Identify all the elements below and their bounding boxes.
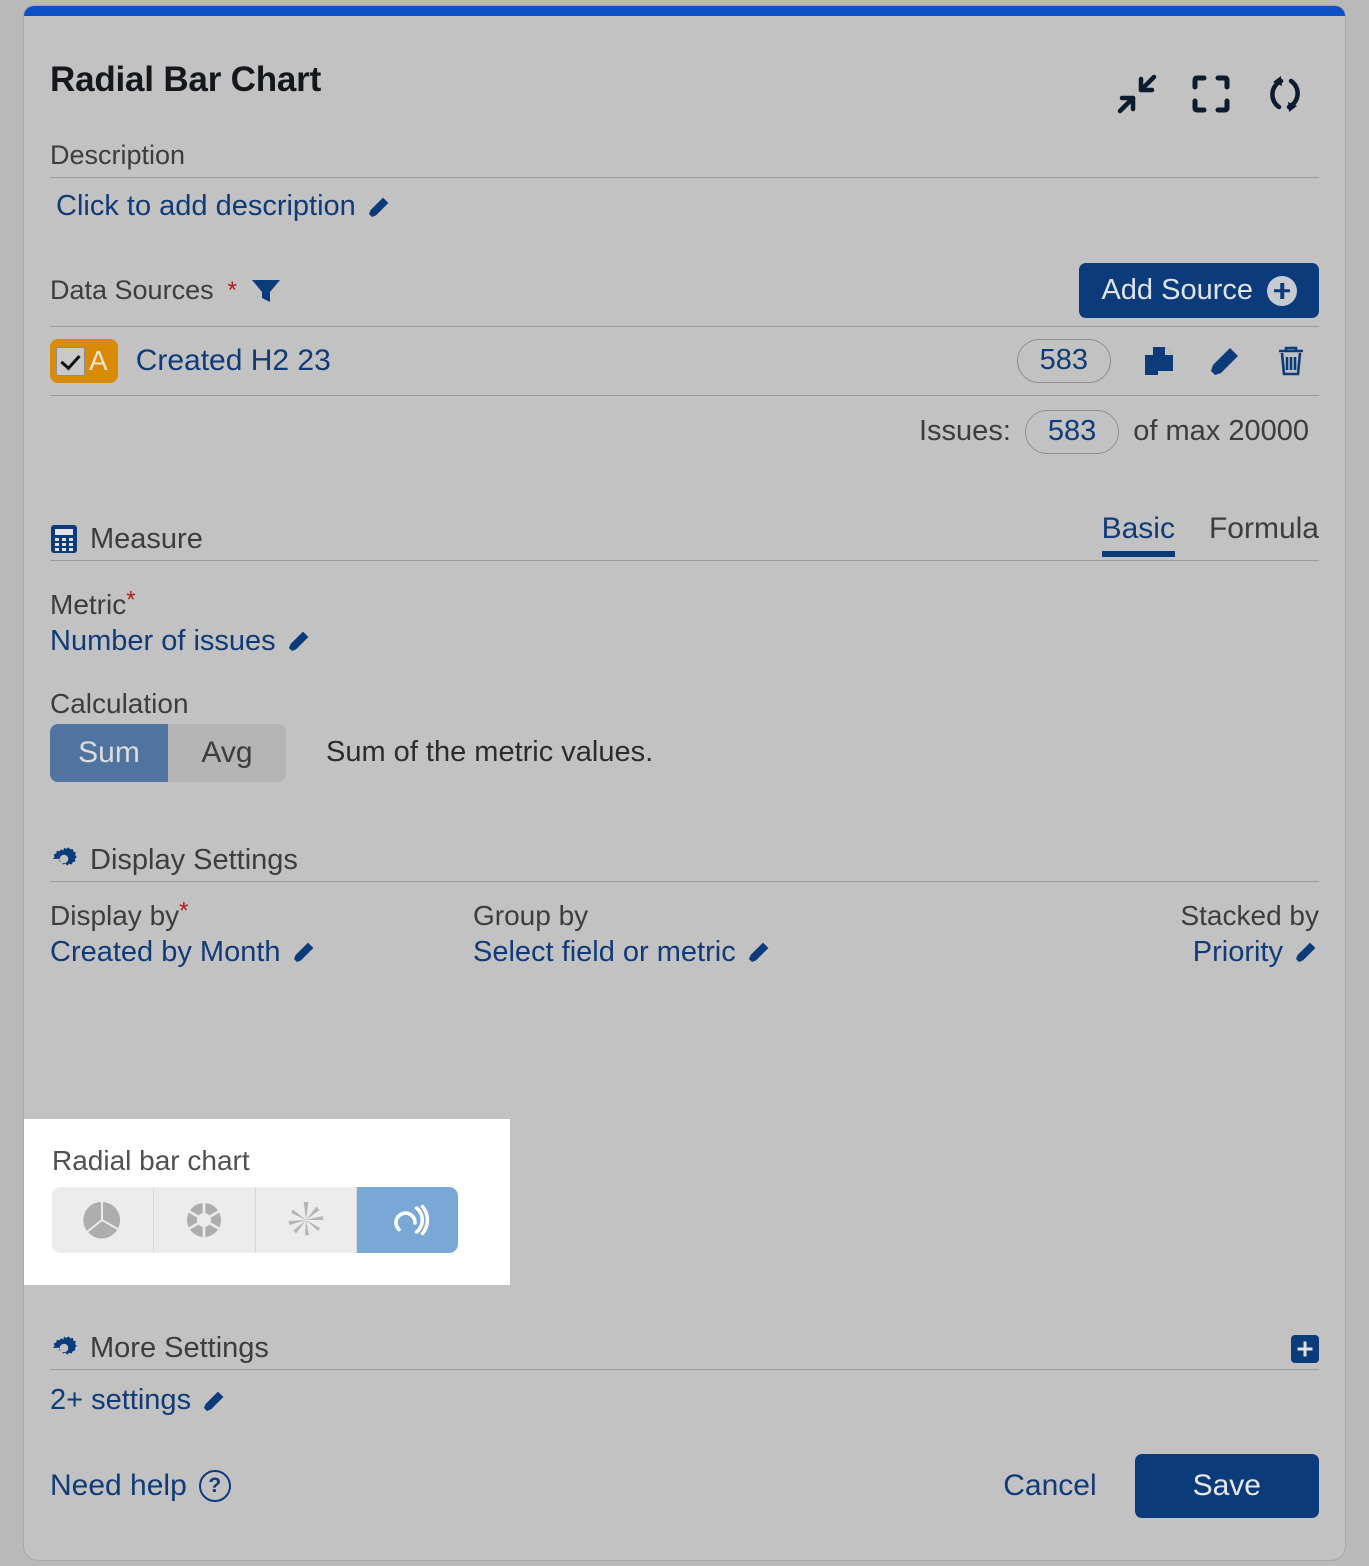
metric-value-row[interactable]: Number of issues [50,621,1319,658]
description-label: Description [50,140,186,170]
stacked-by-field: Stacked by Priority [896,900,1319,969]
edit-pencil-icon[interactable] [201,1388,227,1414]
more-settings-section: More Settings 2+ settings [50,1332,1319,1417]
polar-chart-option[interactable] [255,1187,358,1253]
refresh-icon[interactable] [1263,72,1307,116]
metric-value[interactable]: Number of issues [50,625,276,658]
tab-active-underline [1101,550,1175,557]
data-source-count-badge: 583 [1016,339,1111,383]
tab-basic[interactable]: Basic [1101,511,1175,557]
data-source-letter: A [89,345,108,376]
chart-type-popup-title: Radial bar chart [52,1145,250,1176]
description-section: Description Click to add description [50,140,1319,223]
more-settings-title: More Settings [90,1332,269,1364]
gear-icon [50,845,78,875]
edit-pencil-icon[interactable] [366,194,392,220]
calculation-option-sum[interactable]: Sum [50,723,168,782]
display-by-value[interactable]: Created by Month [50,936,281,969]
pie-chart-icon [79,1197,125,1243]
issues-label: Issues: [919,415,1011,448]
add-source-button[interactable]: Add Source [1079,263,1319,318]
help-icon[interactable]: ? [198,1470,231,1502]
data-sources-label: Data Sources [50,275,214,305]
pie-chart-option[interactable] [52,1187,154,1253]
measure-tabs: Basic Formula [1101,511,1319,557]
issues-max-text: of max 20000 [1133,415,1309,448]
copy-icon[interactable] [1141,343,1177,379]
metric-field: Metric* Number of issues [50,586,1319,658]
chart-type-popup: Radial bar chart [24,1119,510,1285]
display-settings-title: Display Settings [90,843,298,876]
calculation-option-avg[interactable]: Avg [168,723,286,782]
tab-formula-label: Formula [1208,511,1319,545]
need-help-label: Need help [50,1469,187,1502]
measure-section: Measure Basic Formula Metric* Number of … [50,512,1319,782]
filter-funnel-icon[interactable] [251,278,281,304]
data-source-badge[interactable]: A [50,339,118,383]
data-sources-section: Data Sources * Add Source A Created H2 2… [50,263,1319,454]
data-source-checkbox[interactable] [56,346,85,376]
data-source-name[interactable]: Created H2 23 [136,344,331,378]
collapse-icon[interactable] [1115,72,1159,116]
donut-chart-icon [181,1197,227,1243]
edit-pencil-icon[interactable] [746,939,772,965]
display-by-field: Display by* Created by Month [50,897,473,969]
calculation-toggle-group: Sum Avg [50,723,286,782]
app-background: Radial Bar Chart Description Click to ad… [0,0,1369,1566]
chart-config-card: Radial Bar Chart Description Click to ad… [24,6,1345,1560]
tab-basic-label: Basic [1101,511,1175,545]
donut-chart-option[interactable] [153,1187,256,1253]
card-header: Radial Bar Chart [50,16,1319,116]
edit-icon[interactable] [1207,343,1243,379]
radial-bar-chart-option[interactable] [357,1187,458,1253]
display-by-label: Display by [50,899,180,931]
group-by-field: Group by Select field or metric [473,900,896,969]
stacked-by-value-row[interactable]: Priority [896,932,1319,969]
edit-pencil-icon[interactable] [286,628,312,654]
page-title: Radial Bar Chart [50,60,322,99]
expand-more-settings-icon[interactable] [1291,1334,1319,1363]
edit-pencil-icon[interactable] [291,939,317,965]
fullscreen-icon[interactable] [1189,72,1233,116]
display-by-required-marker: * [179,897,189,925]
delete-icon[interactable] [1273,343,1309,379]
save-button[interactable]: Save [1134,1454,1319,1518]
tab-formula[interactable]: Formula [1209,512,1319,556]
cancel-button[interactable]: Cancel [999,1459,1100,1513]
edit-pencil-icon[interactable] [1293,939,1319,965]
issues-summary: Issues: 583 of max 20000 [50,396,1319,454]
chart-type-options [52,1187,458,1253]
more-settings-value-row[interactable]: 2+ settings [50,1370,1319,1417]
plus-icon [1267,275,1297,306]
polar-chart-icon [283,1197,329,1243]
calculator-icon [50,524,78,554]
card-footer: Need help ? Cancel Save [50,1454,1319,1518]
header-icon-group [1115,72,1319,116]
display-by-value-row[interactable]: Created by Month [50,932,473,969]
calculation-field: Calculation Sum Avg Sum of the metric va… [50,688,1319,782]
measure-divider [50,559,1319,561]
calculation-label: Calculation [50,687,189,719]
more-settings-value[interactable]: 2+ settings [50,1384,191,1417]
measure-title: Measure [90,522,203,555]
stacked-by-value[interactable]: Priority [1193,936,1283,969]
need-help-link[interactable]: Need help ? [50,1469,231,1503]
issues-count-badge: 583 [1024,410,1120,454]
description-value[interactable]: Click to add description [56,190,356,223]
metric-label: Metric [50,588,127,620]
radial-bar-chart-icon [385,1197,431,1243]
calculation-description: Sum of the metric values. [326,736,654,769]
accent-bar [24,6,1345,16]
display-settings-section: Display Settings Display by* Created by … [50,844,1319,969]
metric-required-marker: * [126,586,136,614]
group-by-value[interactable]: Select field or metric [473,936,736,969]
description-value-row[interactable]: Click to add description [50,178,1319,223]
gear-icon [50,1334,78,1364]
data-source-row: A Created H2 23 583 [50,327,1319,395]
stacked-by-label: Stacked by [1180,899,1319,931]
group-by-value-row[interactable]: Select field or metric [473,932,896,969]
group-by-label: Group by [473,899,589,931]
add-source-label: Add Source [1101,274,1253,306]
